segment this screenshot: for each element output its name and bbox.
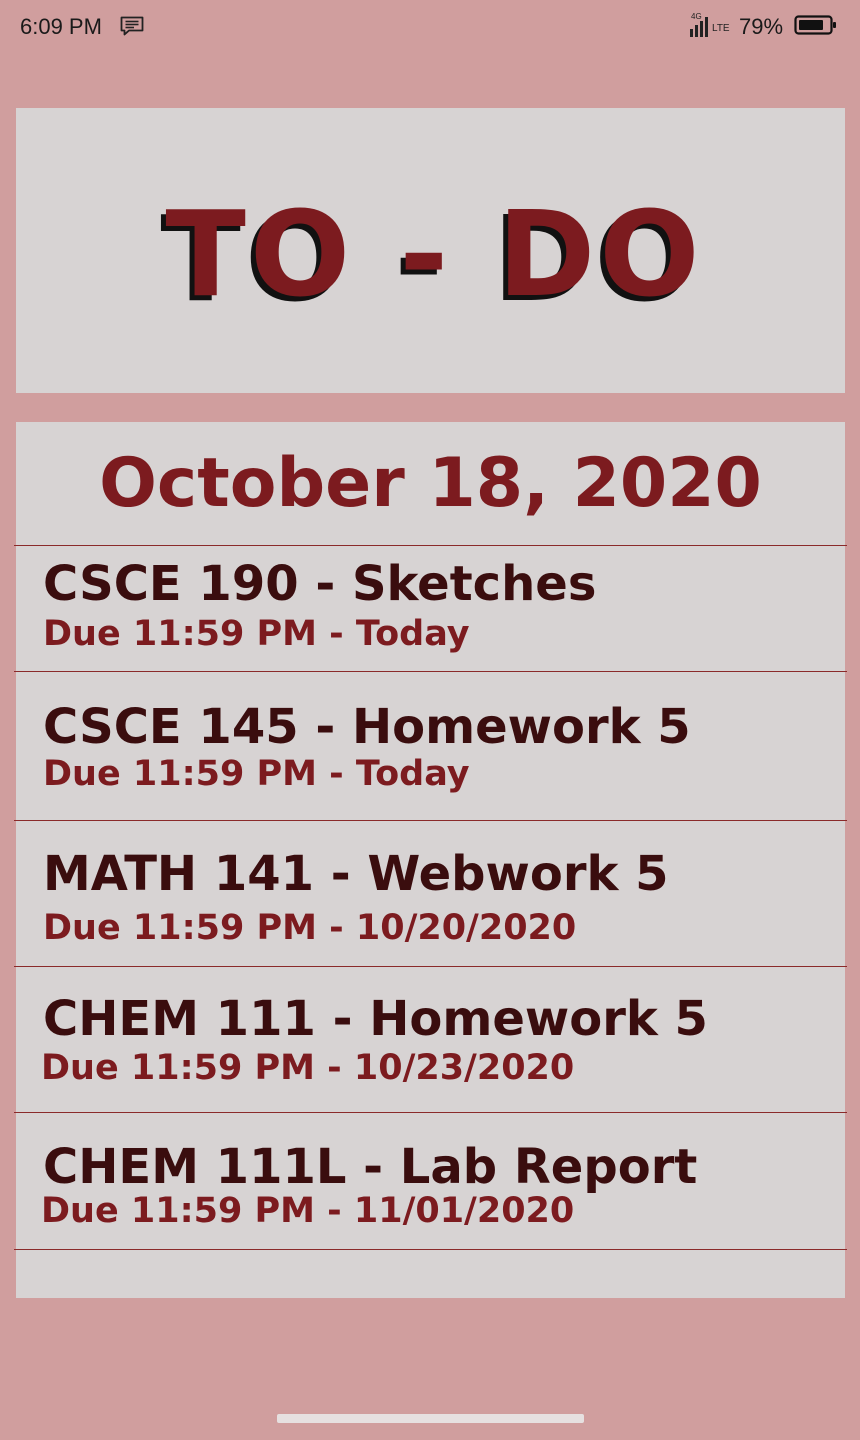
signal-icon: 4G LTE bbox=[690, 12, 730, 37]
network-label: 4G bbox=[691, 12, 702, 21]
date-heading: October 18, 2020 bbox=[99, 444, 762, 523]
task-title: CSCE 145 - Homework 5 bbox=[43, 699, 691, 755]
message-icon bbox=[120, 16, 144, 36]
todo-list: October 18, 2020 CSCE 190 - Sketches Due… bbox=[14, 422, 847, 1298]
status-bar: 6:09 PM 4G LTE 79% bbox=[0, 0, 860, 56]
task-title: CHEM 111L - Lab Report bbox=[43, 1139, 698, 1195]
task-item[interactable]: CHEM 111L - Lab Report Due 11:59 PM - 11… bbox=[16, 1113, 845, 1249]
home-indicator[interactable] bbox=[277, 1414, 584, 1423]
task-due-date: Due 11:59 PM - 10/23/2020 bbox=[41, 1048, 575, 1088]
task-due-date: Due 11:59 PM - Today bbox=[43, 614, 470, 654]
header-card: TO - DO bbox=[16, 108, 845, 393]
task-due-date: Due 11:59 PM - Today bbox=[43, 754, 470, 794]
task-item[interactable]: CHEM 111 - Homework 5 Due 11:59 PM - 10/… bbox=[16, 967, 845, 1113]
task-title: CHEM 111 - Homework 5 bbox=[43, 991, 708, 1047]
task-due-date: Due 11:59 PM - 11/01/2020 bbox=[41, 1191, 575, 1231]
task-due-date: Due 11:59 PM - 10/20/2020 bbox=[43, 908, 577, 948]
battery-percentage: 79% bbox=[739, 14, 784, 39]
battery-icon bbox=[794, 15, 836, 35]
task-item[interactable]: CSCE 190 - Sketches Due 11:59 PM - Today bbox=[16, 546, 845, 672]
task-item[interactable]: MATH 141 - Webwork 5 Due 11:59 PM - 10/2… bbox=[16, 821, 845, 967]
app-title: TO - DO bbox=[165, 184, 704, 323]
status-time: 6:09 PM bbox=[20, 14, 102, 39]
app-screen: 6:09 PM 4G LTE 79% TO - DO October 18, 2… bbox=[0, 0, 860, 1440]
divider bbox=[14, 1249, 847, 1250]
task-title: MATH 141 - Webwork 5 bbox=[43, 846, 669, 902]
task-title: CSCE 190 - Sketches bbox=[43, 556, 597, 612]
task-item[interactable]: CSCE 145 - Homework 5 Due 11:59 PM - Tod… bbox=[16, 672, 845, 820]
network-type-label: LTE bbox=[712, 23, 730, 34]
